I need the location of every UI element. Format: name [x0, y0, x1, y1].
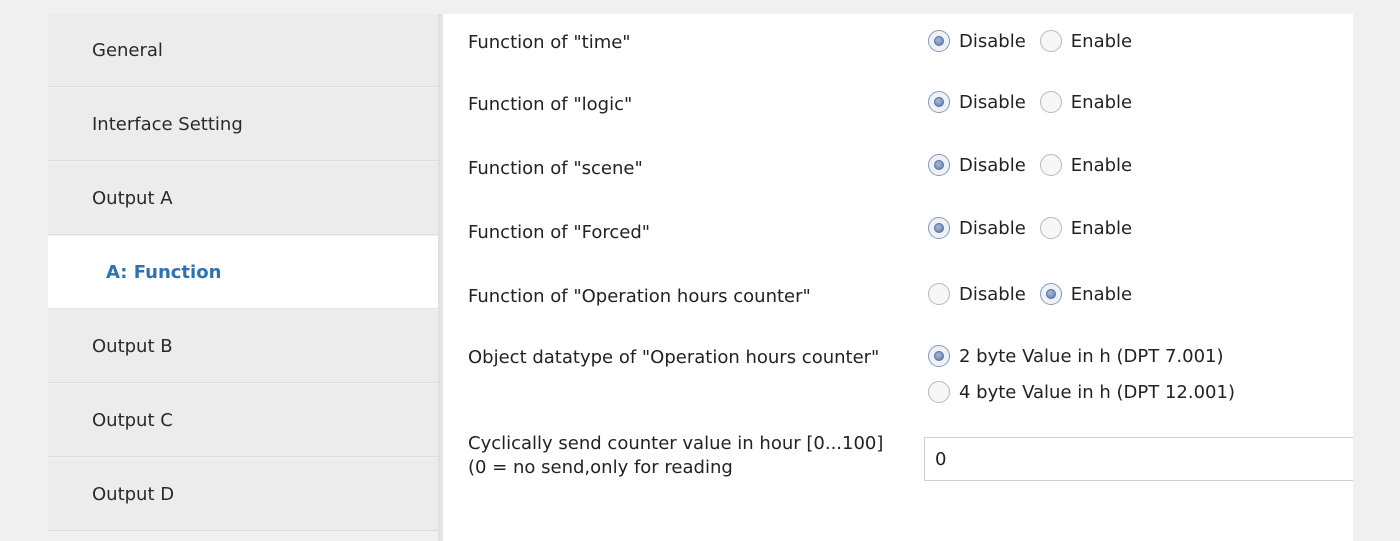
sidebar-item-output-d[interactable]: Output D — [48, 458, 438, 531]
radio-group-scene: Disable Enable — [928, 154, 1146, 176]
sidebar-item-output-a[interactable]: Output A — [48, 162, 438, 235]
radio-option-disable[interactable]: Disable — [928, 217, 1026, 239]
radio-group-forced: Disable Enable — [928, 217, 1146, 239]
param-label-time: Function of "time" — [468, 32, 631, 53]
radio-group-hours-counter: Disable Enable — [928, 283, 1146, 305]
radio-unchecked-icon[interactable] — [1039, 217, 1062, 239]
parameter-window: General Interface Setting Output A A: Fu… — [0, 0, 1400, 541]
radio-unchecked-icon[interactable] — [928, 381, 950, 403]
radio-checked-icon[interactable] — [928, 154, 950, 176]
radio-checked-icon[interactable] — [928, 217, 950, 239]
radio-option-disable[interactable]: Disable — [928, 30, 1026, 52]
sidebar-item-general[interactable]: General — [48, 14, 438, 87]
sidebar-item-label: Output A — [92, 187, 173, 209]
radio-unchecked-icon[interactable] — [1039, 154, 1062, 176]
sidebar-item-label: A: Function — [106, 261, 222, 283]
radio-unchecked-icon[interactable] — [928, 283, 950, 305]
radio-option-disable[interactable]: Disable — [928, 91, 1026, 113]
cyclic-send-input[interactable] — [924, 437, 1353, 481]
top-margin — [0, 0, 1353, 14]
param-label-scene: Function of "scene" — [468, 158, 643, 179]
sidebar-item-label: Output B — [92, 335, 173, 357]
radio-group-datatype: 2 byte Value in h (DPT 7.001) 4 byte Val… — [928, 341, 1249, 413]
radio-option-enable[interactable]: Enable — [1039, 217, 1132, 239]
sidebar-item-output-c[interactable]: Output C — [48, 384, 438, 457]
sidebar-item-label: General — [92, 39, 163, 61]
radio-option-disable[interactable]: Disable — [928, 154, 1026, 176]
radio-option-enable[interactable]: Enable — [1039, 154, 1132, 176]
sidebar-item-a-function[interactable]: A: Function — [48, 236, 440, 309]
sidebar-item-interface-setting[interactable]: Interface Setting — [48, 88, 438, 161]
radio-option-enable[interactable]: Enable — [1039, 91, 1132, 113]
param-label-logic: Function of "logic" — [468, 94, 633, 115]
sidebar-item-label: Interface Setting — [92, 113, 243, 135]
radio-option-2-byte[interactable]: 2 byte Value in h (DPT 7.001) — [928, 341, 1235, 371]
right-margin — [1353, 0, 1400, 541]
param-label-forced: Function of "Forced" — [468, 222, 651, 243]
param-label-hours-counter: Function of "Operation hours counter" — [468, 286, 811, 307]
sidebar-item-output-b[interactable]: Output B — [48, 310, 438, 383]
radio-group-time: Disable Enable — [928, 30, 1146, 52]
param-label-cyclic: Cyclically send counter value in hour [0… — [468, 433, 884, 478]
radio-option-enable[interactable]: Enable — [1039, 30, 1132, 52]
radio-checked-icon[interactable] — [928, 91, 950, 113]
radio-group-logic: Disable Enable — [928, 91, 1146, 113]
radio-unchecked-icon[interactable] — [1039, 91, 1062, 113]
sidebar-item-label: Output C — [92, 409, 173, 431]
radio-checked-icon[interactable] — [1039, 283, 1062, 305]
radio-unchecked-icon[interactable] — [1039, 30, 1062, 52]
radio-option-enable[interactable]: Enable — [1039, 283, 1132, 305]
radio-checked-icon[interactable] — [928, 30, 950, 52]
sidebar-item-label: Output D — [92, 483, 175, 505]
radio-option-4-byte[interactable]: 4 byte Value in h (DPT 12.001) — [928, 377, 1235, 407]
sidebar: General Interface Setting Output A A: Fu… — [48, 14, 440, 541]
parameter-panel: Function of "time" Disable Enable Functi… — [443, 14, 1353, 541]
radio-checked-icon[interactable] — [928, 345, 950, 367]
param-label-datatype: Object datatype of "Operation hours coun… — [468, 347, 880, 368]
radio-option-disable[interactable]: Disable — [928, 283, 1026, 305]
